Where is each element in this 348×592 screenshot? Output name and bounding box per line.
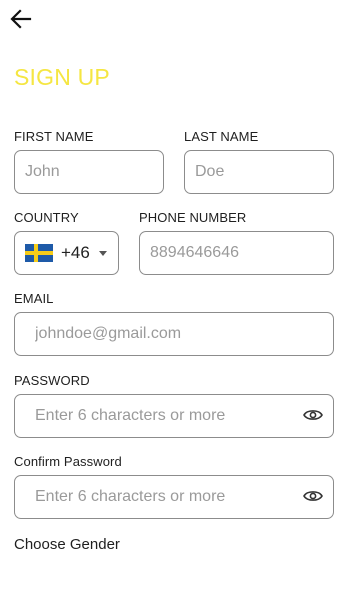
phone-number-label: PHONE NUMBER	[139, 210, 247, 225]
first-name-label: FIRST NAME	[14, 129, 94, 144]
country-selector[interactable]: +46	[14, 231, 119, 275]
password-field[interactable]	[14, 394, 334, 438]
last-name-input[interactable]	[195, 163, 333, 181]
confirm-password-visibility-toggle[interactable]	[302, 487, 324, 509]
last-name-field[interactable]	[184, 150, 334, 194]
password-input[interactable]	[35, 407, 289, 425]
password-label: PASSWORD	[14, 373, 90, 388]
chevron-down-icon	[98, 250, 107, 256]
dial-code: +46	[61, 243, 90, 262]
first-name-input[interactable]	[25, 163, 163, 181]
eye-icon	[303, 408, 323, 427]
eye-icon	[303, 489, 323, 508]
last-name-label: LAST NAME	[184, 129, 259, 144]
confirm-password-input[interactable]	[35, 488, 289, 506]
arrow-left-icon	[8, 6, 38, 32]
confirm-password-field[interactable]	[14, 475, 334, 519]
confirm-password-label: Confirm Password	[14, 454, 122, 469]
phone-number-field[interactable]	[139, 231, 334, 275]
country-label: COUNTRY	[14, 210, 79, 225]
password-visibility-toggle[interactable]	[302, 406, 324, 428]
phone-number-input[interactable]	[150, 244, 333, 262]
first-name-field[interactable]	[14, 150, 164, 194]
email-label: EMAIL	[14, 291, 54, 306]
page-title: SIGN UP	[14, 64, 110, 90]
sweden-flag-icon	[25, 244, 53, 262]
back-button[interactable]	[8, 6, 38, 34]
choose-gender-label: Choose Gender	[14, 536, 120, 553]
email-input[interactable]	[35, 325, 333, 343]
email-field[interactable]	[14, 312, 334, 356]
